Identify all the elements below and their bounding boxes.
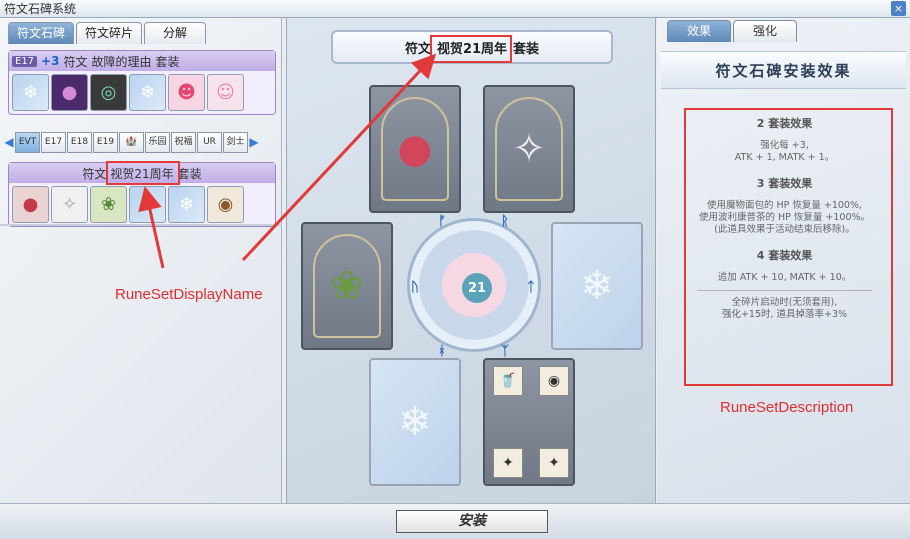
tab-decompose[interactable]: 分解 bbox=[144, 22, 207, 44]
list-set-icons: ● ✧ ❀ ❄ ❄ ◉ bbox=[9, 183, 275, 226]
wand-icon: ✦ bbox=[493, 448, 523, 478]
window-title: 符文石碑系统 bbox=[4, 2, 77, 16]
tab-rune-fragment[interactable]: 符文碎片 bbox=[76, 22, 143, 44]
episode-filter-bar: ◀ EVT E17 E18 E19 🏰 乐园 祝福 UR 剑士 ▶ bbox=[4, 130, 278, 154]
anniversary-badge: 21 bbox=[462, 273, 492, 303]
annotation-box-description bbox=[684, 108, 893, 386]
rune-glyph-icon: ᛏ bbox=[527, 280, 535, 295]
annotation-label-display-name: RuneSetDisplayName bbox=[115, 286, 263, 303]
filter-prev-icon[interactable]: ◀ bbox=[4, 135, 14, 149]
purple-creature-icon[interactable]: ● bbox=[51, 74, 88, 111]
filter-e17[interactable]: E17 bbox=[41, 131, 66, 153]
selected-set-header: E17 +3 符文 故障的理由 套装 bbox=[9, 51, 275, 71]
selected-set-icons: ❄ ● ◎ ❄ ☻ ☺ bbox=[9, 71, 275, 114]
rune-glyph-icon: ᛉ bbox=[501, 344, 509, 359]
annotation-label-description: RuneSetDescription bbox=[720, 399, 854, 416]
cake-icon: ◉ bbox=[539, 366, 569, 396]
episode-badge: E17 bbox=[12, 55, 38, 67]
banner-suffix: 套装 bbox=[513, 41, 540, 57]
green-slime-icon[interactable]: ❀ bbox=[90, 186, 127, 223]
effect-header: 符文石碑安装效果 bbox=[661, 51, 906, 89]
rune-glyph-icon: ᚼ bbox=[438, 344, 446, 359]
filter-blessing[interactable]: 祝福 bbox=[171, 131, 196, 153]
enhance-level: +3 bbox=[41, 54, 60, 68]
left-tabs: 符文石碑 符文碎片 分解 bbox=[8, 22, 207, 44]
right-tabs: 效果 强化 bbox=[667, 20, 797, 42]
poring-icon: ● bbox=[397, 126, 433, 172]
center-panel: 符文 视贺21周年 套装 ● ✧ ❀ ❄ ❄ 🥤 ◉ ✦ ✦ 21 ᚠ ᚱ ᚢ … bbox=[286, 18, 656, 503]
rune-slot-rabbit[interactable]: ✧ bbox=[483, 85, 575, 213]
set-prefix: 符文 bbox=[82, 166, 107, 181]
close-icon[interactable]: × bbox=[891, 1, 906, 16]
bottom-bar: 安装 bbox=[0, 503, 910, 539]
snow-icon: ❄ bbox=[398, 399, 432, 445]
snow-icon[interactable]: ❄ bbox=[168, 186, 205, 223]
rune-slot-slime[interactable]: ❀ bbox=[301, 222, 393, 350]
left-divider bbox=[0, 224, 282, 226]
cake-icon[interactable]: ◉ bbox=[207, 186, 244, 223]
set-suffix: 套装 bbox=[177, 166, 202, 181]
rune-slot-multi[interactable]: 🥤 ◉ ✦ ✦ bbox=[483, 358, 575, 486]
rabbit-icon[interactable]: ✧ bbox=[51, 186, 88, 223]
selected-rune-set[interactable]: E17 +3 符文 故障的理由 套装 ❄ ● ◎ ❄ ☻ ☺ bbox=[8, 50, 276, 115]
annotation-box-banner-name bbox=[430, 35, 512, 63]
install-button[interactable]: 安装 bbox=[396, 510, 548, 533]
tab-rune-stele[interactable]: 符文石碑 bbox=[8, 22, 75, 44]
window-titlebar: 符文石碑系统 × bbox=[0, 0, 910, 18]
rune-slot-empty-bottom[interactable]: ❄ bbox=[369, 358, 461, 486]
green-slime-icon: ❀ bbox=[330, 263, 364, 309]
snow-icon[interactable]: ❄ bbox=[12, 74, 49, 111]
rune-glyph-icon: ᚱ bbox=[501, 214, 509, 229]
snow-icon[interactable]: ❄ bbox=[129, 186, 166, 223]
filter-castle[interactable]: 🏰 bbox=[119, 131, 144, 153]
machine-icon[interactable]: ◎ bbox=[90, 74, 127, 111]
rune-glyph-icon: ᚠ bbox=[438, 214, 446, 229]
set-prefix: 符文 bbox=[63, 54, 88, 69]
rabbit-icon: ✧ bbox=[512, 126, 546, 172]
set-name: 故障的理由 bbox=[91, 54, 152, 69]
banner-prefix: 符文 bbox=[404, 41, 431, 57]
snow-icon: ❄ bbox=[580, 263, 614, 309]
annotation-box-list-name bbox=[106, 161, 180, 185]
set-suffix: 套装 bbox=[155, 54, 180, 69]
pink-girl-icon[interactable]: ☺ bbox=[207, 74, 244, 111]
filter-evt[interactable]: EVT bbox=[15, 131, 40, 153]
filter-swordsman[interactable]: 剑士 bbox=[223, 131, 248, 153]
filter-e19[interactable]: E19 bbox=[93, 131, 118, 153]
filter-e18[interactable]: E18 bbox=[67, 131, 92, 153]
tab-effect[interactable]: 效果 bbox=[667, 20, 731, 42]
tab-enhance[interactable]: 强化 bbox=[733, 20, 797, 42]
rune-glyph-icon: ᚢ bbox=[411, 280, 419, 295]
filter-ur[interactable]: UR bbox=[197, 131, 222, 153]
poring-icon[interactable]: ● bbox=[12, 186, 49, 223]
drink-icon: 🥤 bbox=[493, 366, 523, 396]
rune-slot-empty-right[interactable]: ❄ bbox=[551, 222, 643, 350]
filter-next-icon[interactable]: ▶ bbox=[249, 135, 259, 149]
staff-icon: ✦ bbox=[539, 448, 569, 478]
filter-paradise[interactable]: 乐园 bbox=[145, 131, 170, 153]
snow-icon[interactable]: ❄ bbox=[129, 74, 166, 111]
pink-doll-icon[interactable]: ☻ bbox=[168, 74, 205, 111]
rune-slot-poring[interactable]: ● bbox=[369, 85, 461, 213]
rune-wheel: 21 bbox=[407, 218, 541, 352]
left-panel: 符文石碑 符文碎片 分解 E17 +3 符文 故障的理由 套装 ❄ ● ◎ ❄ … bbox=[0, 18, 282, 503]
